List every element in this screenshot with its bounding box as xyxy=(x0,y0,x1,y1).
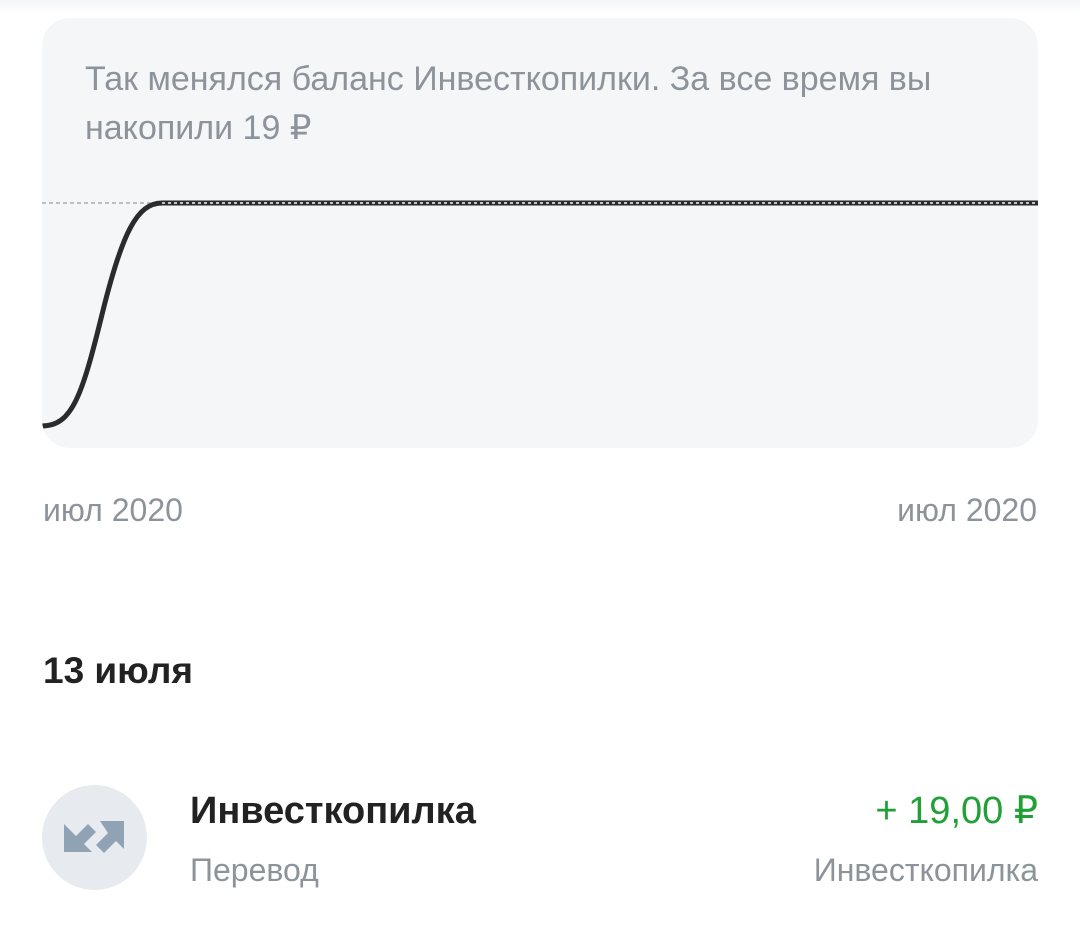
operation-title: Инвесткопилка xyxy=(190,790,476,832)
top-divider-shadow xyxy=(0,0,1080,14)
operations-date-heading: 13 июля xyxy=(43,650,193,691)
operation-account: Инвесткопилка xyxy=(813,852,1038,888)
x-axis-label-start: июл 2020 xyxy=(43,492,183,528)
balance-chart-card: Так менялся баланс Инвесткопилки. За все… xyxy=(42,18,1038,448)
chart-caption: Так менялся баланс Инвесткопилки. За все… xyxy=(85,60,932,147)
transfer-arrows-icon xyxy=(42,785,147,890)
operation-type: Перевод xyxy=(190,852,319,888)
operation-amount: + 19,00 ₽ xyxy=(875,790,1038,832)
operation-list-item[interactable]: Инвесткопилка Перевод + 19,00 ₽ Инвестко… xyxy=(42,770,1038,900)
chart-balance-line xyxy=(42,200,1038,429)
x-axis-label-end: июл 2020 xyxy=(897,492,1037,528)
